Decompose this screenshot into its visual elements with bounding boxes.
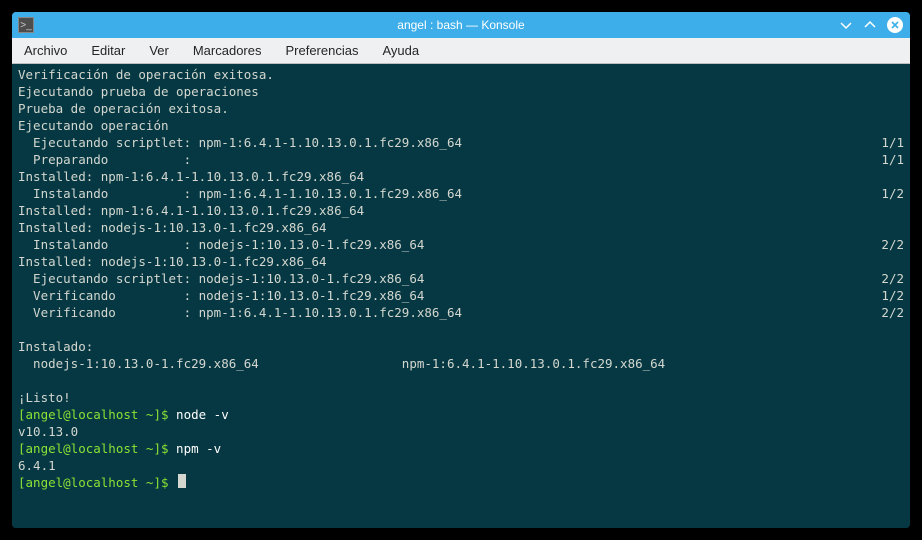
terminal-line: Installed: npm-1:6.4.1-1.10.13.0.1.fc29.… — [18, 202, 904, 219]
minimize-icon[interactable] — [838, 17, 854, 33]
progress-counter: 1/1 — [864, 134, 904, 151]
terminal-line: v10.13.0 — [18, 423, 904, 440]
shell-prompt: [angel@localhost ~]$ — [18, 440, 176, 457]
terminal-line — [18, 372, 904, 389]
window-title: angel : bash — Konsole — [12, 18, 910, 32]
terminal-text: Installed: nodejs-1:10.13.0-1.fc29.x86_6… — [18, 219, 904, 236]
progress-counter: 1/2 — [864, 185, 904, 202]
shell-prompt: [angel@localhost ~]$ — [18, 474, 176, 491]
progress-counter: 1/2 — [864, 287, 904, 304]
shell-command: node -v — [176, 406, 229, 423]
menu-ayuda[interactable]: Ayuda — [382, 43, 419, 58]
terminal-line: [angel@localhost ~]$ npm -v — [18, 440, 904, 457]
terminal-text: Ejecutando operación — [18, 117, 904, 134]
close-icon[interactable] — [886, 16, 904, 34]
progress-counter: 2/2 — [864, 236, 904, 253]
terminal-output[interactable]: Verificación de operación exitosa.Ejecut… — [12, 64, 910, 528]
window-controls — [838, 16, 910, 34]
terminal-line: Instalando : nodejs-1:10.13.0-1.fc29.x86… — [18, 236, 904, 253]
progress-counter: 1/1 — [864, 151, 904, 168]
terminal-text: Instalando : nodejs-1:10.13.0-1.fc29.x86… — [18, 236, 864, 253]
terminal-text: Installed: nodejs-1:10.13.0-1.fc29.x86_6… — [18, 253, 904, 270]
terminal-line — [18, 321, 904, 338]
terminal-line: Preparando :1/1 — [18, 151, 904, 168]
terminal-line: Ejecutando scriptlet: nodejs-1:10.13.0-1… — [18, 270, 904, 287]
terminal-text: Ejecutando prueba de operaciones — [18, 83, 904, 100]
terminal-line: Instalando : npm-1:6.4.1-1.10.13.0.1.fc2… — [18, 185, 904, 202]
terminal-line: Instalado: — [18, 338, 904, 355]
terminal-text: Verificando : nodejs-1:10.13.0-1.fc29.x8… — [18, 287, 864, 304]
terminal-text: Preparando : — [18, 151, 864, 168]
terminal-text: Prueba de operación exitosa. — [18, 100, 904, 117]
terminal-line: Ejecutando scriptlet: npm-1:6.4.1-1.10.1… — [18, 134, 904, 151]
terminal-line: 6.4.1 — [18, 457, 904, 474]
shell-prompt: [angel@localhost ~]$ — [18, 406, 176, 423]
terminal-line: Verificando : nodejs-1:10.13.0-1.fc29.x8… — [18, 287, 904, 304]
terminal-line: Ejecutando operación — [18, 117, 904, 134]
shell-command: npm -v — [176, 440, 221, 457]
titlebar[interactable]: >_ angel : bash — Konsole — [12, 12, 910, 38]
menu-marcadores[interactable]: Marcadores — [193, 43, 262, 58]
terminal-text: Installed: npm-1:6.4.1-1.10.13.0.1.fc29.… — [18, 168, 904, 185]
app-icon: >_ — [18, 17, 34, 33]
terminal-line: ¡Listo! — [18, 389, 904, 406]
menubar: Archivo Editar Ver Marcadores Preferenci… — [12, 38, 910, 64]
menu-editar[interactable]: Editar — [91, 43, 125, 58]
terminal-line: Installed: npm-1:6.4.1-1.10.13.0.1.fc29.… — [18, 168, 904, 185]
terminal-text: Instalado: — [18, 338, 904, 355]
terminal-text: Ejecutando scriptlet: npm-1:6.4.1-1.10.1… — [18, 134, 864, 151]
terminal-text: v10.13.0 — [18, 423, 904, 440]
terminal-text: Ejecutando scriptlet: nodejs-1:10.13.0-1… — [18, 270, 864, 287]
konsole-window: >_ angel : bash — Konsole Archivo Editar… — [12, 12, 910, 528]
terminal-line: [angel@localhost ~]$ node -v — [18, 406, 904, 423]
maximize-icon[interactable] — [862, 17, 878, 33]
terminal-line: Prueba de operación exitosa. — [18, 100, 904, 117]
terminal-line: Ejecutando prueba de operaciones — [18, 83, 904, 100]
terminal-line: nodejs-1:10.13.0-1.fc29.x86_64 npm-1:6.4… — [18, 355, 904, 372]
terminal-text: Instalando : npm-1:6.4.1-1.10.13.0.1.fc2… — [18, 185, 864, 202]
terminal-text: 6.4.1 — [18, 457, 904, 474]
terminal-text: Verificando : npm-1:6.4.1-1.10.13.0.1.fc… — [18, 304, 864, 321]
terminal-text: Verificación de operación exitosa. — [18, 66, 904, 83]
terminal-text: Installed: npm-1:6.4.1-1.10.13.0.1.fc29.… — [18, 202, 904, 219]
progress-counter: 2/2 — [864, 304, 904, 321]
menu-archivo[interactable]: Archivo — [24, 43, 67, 58]
terminal-line: [angel@localhost ~]$ — [18, 474, 904, 491]
menu-preferencias[interactable]: Preferencias — [285, 43, 358, 58]
cursor-icon — [178, 474, 186, 488]
terminal-line: Verificando : npm-1:6.4.1-1.10.13.0.1.fc… — [18, 304, 904, 321]
terminal-line: Installed: nodejs-1:10.13.0-1.fc29.x86_6… — [18, 253, 904, 270]
menu-ver[interactable]: Ver — [149, 43, 169, 58]
terminal-line: Installed: nodejs-1:10.13.0-1.fc29.x86_6… — [18, 219, 904, 236]
terminal-line: Verificación de operación exitosa. — [18, 66, 904, 83]
terminal-text: ¡Listo! — [18, 389, 904, 406]
terminal-text: nodejs-1:10.13.0-1.fc29.x86_64 npm-1:6.4… — [18, 355, 904, 372]
progress-counter: 2/2 — [864, 270, 904, 287]
